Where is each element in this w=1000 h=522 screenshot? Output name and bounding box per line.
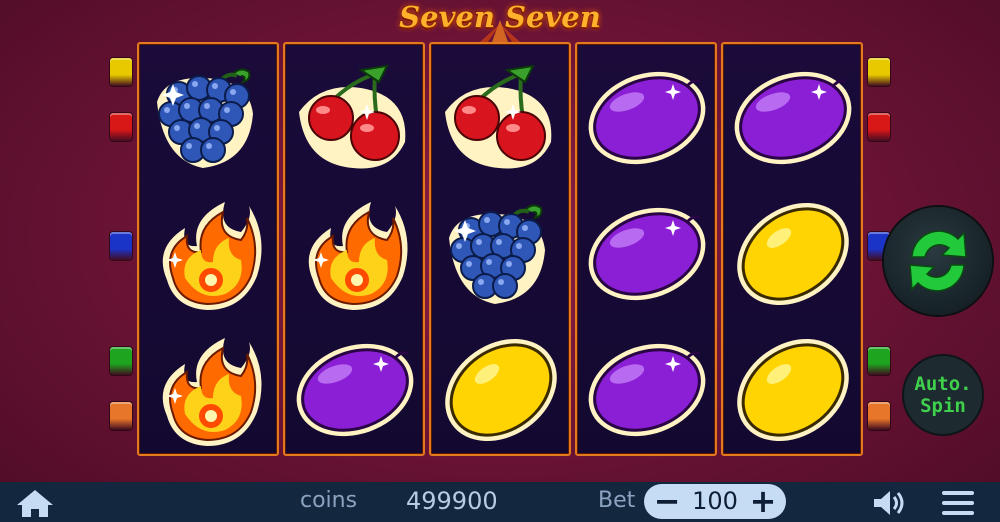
grapes-icon	[145, 52, 273, 180]
payline-marker-left-5	[110, 402, 132, 430]
flame-icon	[145, 324, 273, 452]
lemon-icon	[437, 324, 565, 452]
bet-value: 100	[692, 487, 738, 515]
grapes-icon	[437, 188, 565, 316]
reel-5	[721, 42, 863, 456]
payline-marker-right-2	[868, 113, 890, 141]
bottom-bar: coins 499900 Bet − 100 +	[0, 482, 1000, 522]
home-button[interactable]	[14, 488, 56, 518]
payline-marker-left-1	[110, 58, 132, 86]
speaker-icon	[874, 491, 904, 515]
plum-icon	[583, 52, 711, 180]
flame-icon	[145, 188, 273, 316]
cherry-icon	[291, 52, 419, 180]
bet-label: Bet	[598, 488, 636, 513]
reel-2	[283, 42, 425, 456]
payline-marker-left-2	[110, 113, 132, 141]
flame-icon	[291, 188, 419, 316]
plum-icon	[583, 188, 711, 316]
plum-icon	[583, 324, 711, 452]
plum-icon	[729, 52, 857, 180]
home-icon	[17, 490, 53, 517]
cherry-icon	[437, 52, 565, 180]
payline-marker-left-4	[110, 347, 132, 375]
lemon-icon	[729, 188, 857, 316]
auto-spin-label-2: Spin	[920, 395, 966, 417]
bet-decrease-button[interactable]: −	[652, 485, 682, 517]
auto-spin-label-1: Auto.	[914, 373, 972, 395]
reel-1	[137, 42, 279, 456]
lemon-icon	[729, 324, 857, 452]
bet-increase-button[interactable]: +	[748, 485, 778, 517]
sound-button[interactable]	[870, 488, 912, 518]
reel-3	[429, 42, 571, 456]
menu-button[interactable]	[940, 488, 976, 518]
auto-spin-button[interactable]: Auto. Spin	[904, 356, 982, 434]
payline-marker-right-4	[868, 347, 890, 375]
logo-rays-icon	[480, 20, 520, 42]
refresh-icon	[909, 230, 967, 292]
reel-4	[575, 42, 717, 456]
bet-stepper: − 100 +	[644, 484, 786, 519]
payline-marker-left-3	[110, 232, 132, 260]
plum-icon	[291, 324, 419, 452]
hamburger-menu-icon	[942, 491, 974, 515]
coins-label: coins	[300, 488, 358, 513]
payline-marker-right-5	[868, 402, 890, 430]
reels-area	[137, 42, 863, 458]
coins-value: 499900	[406, 487, 498, 515]
spin-button[interactable]	[884, 207, 992, 315]
payline-marker-right-1	[868, 58, 890, 86]
